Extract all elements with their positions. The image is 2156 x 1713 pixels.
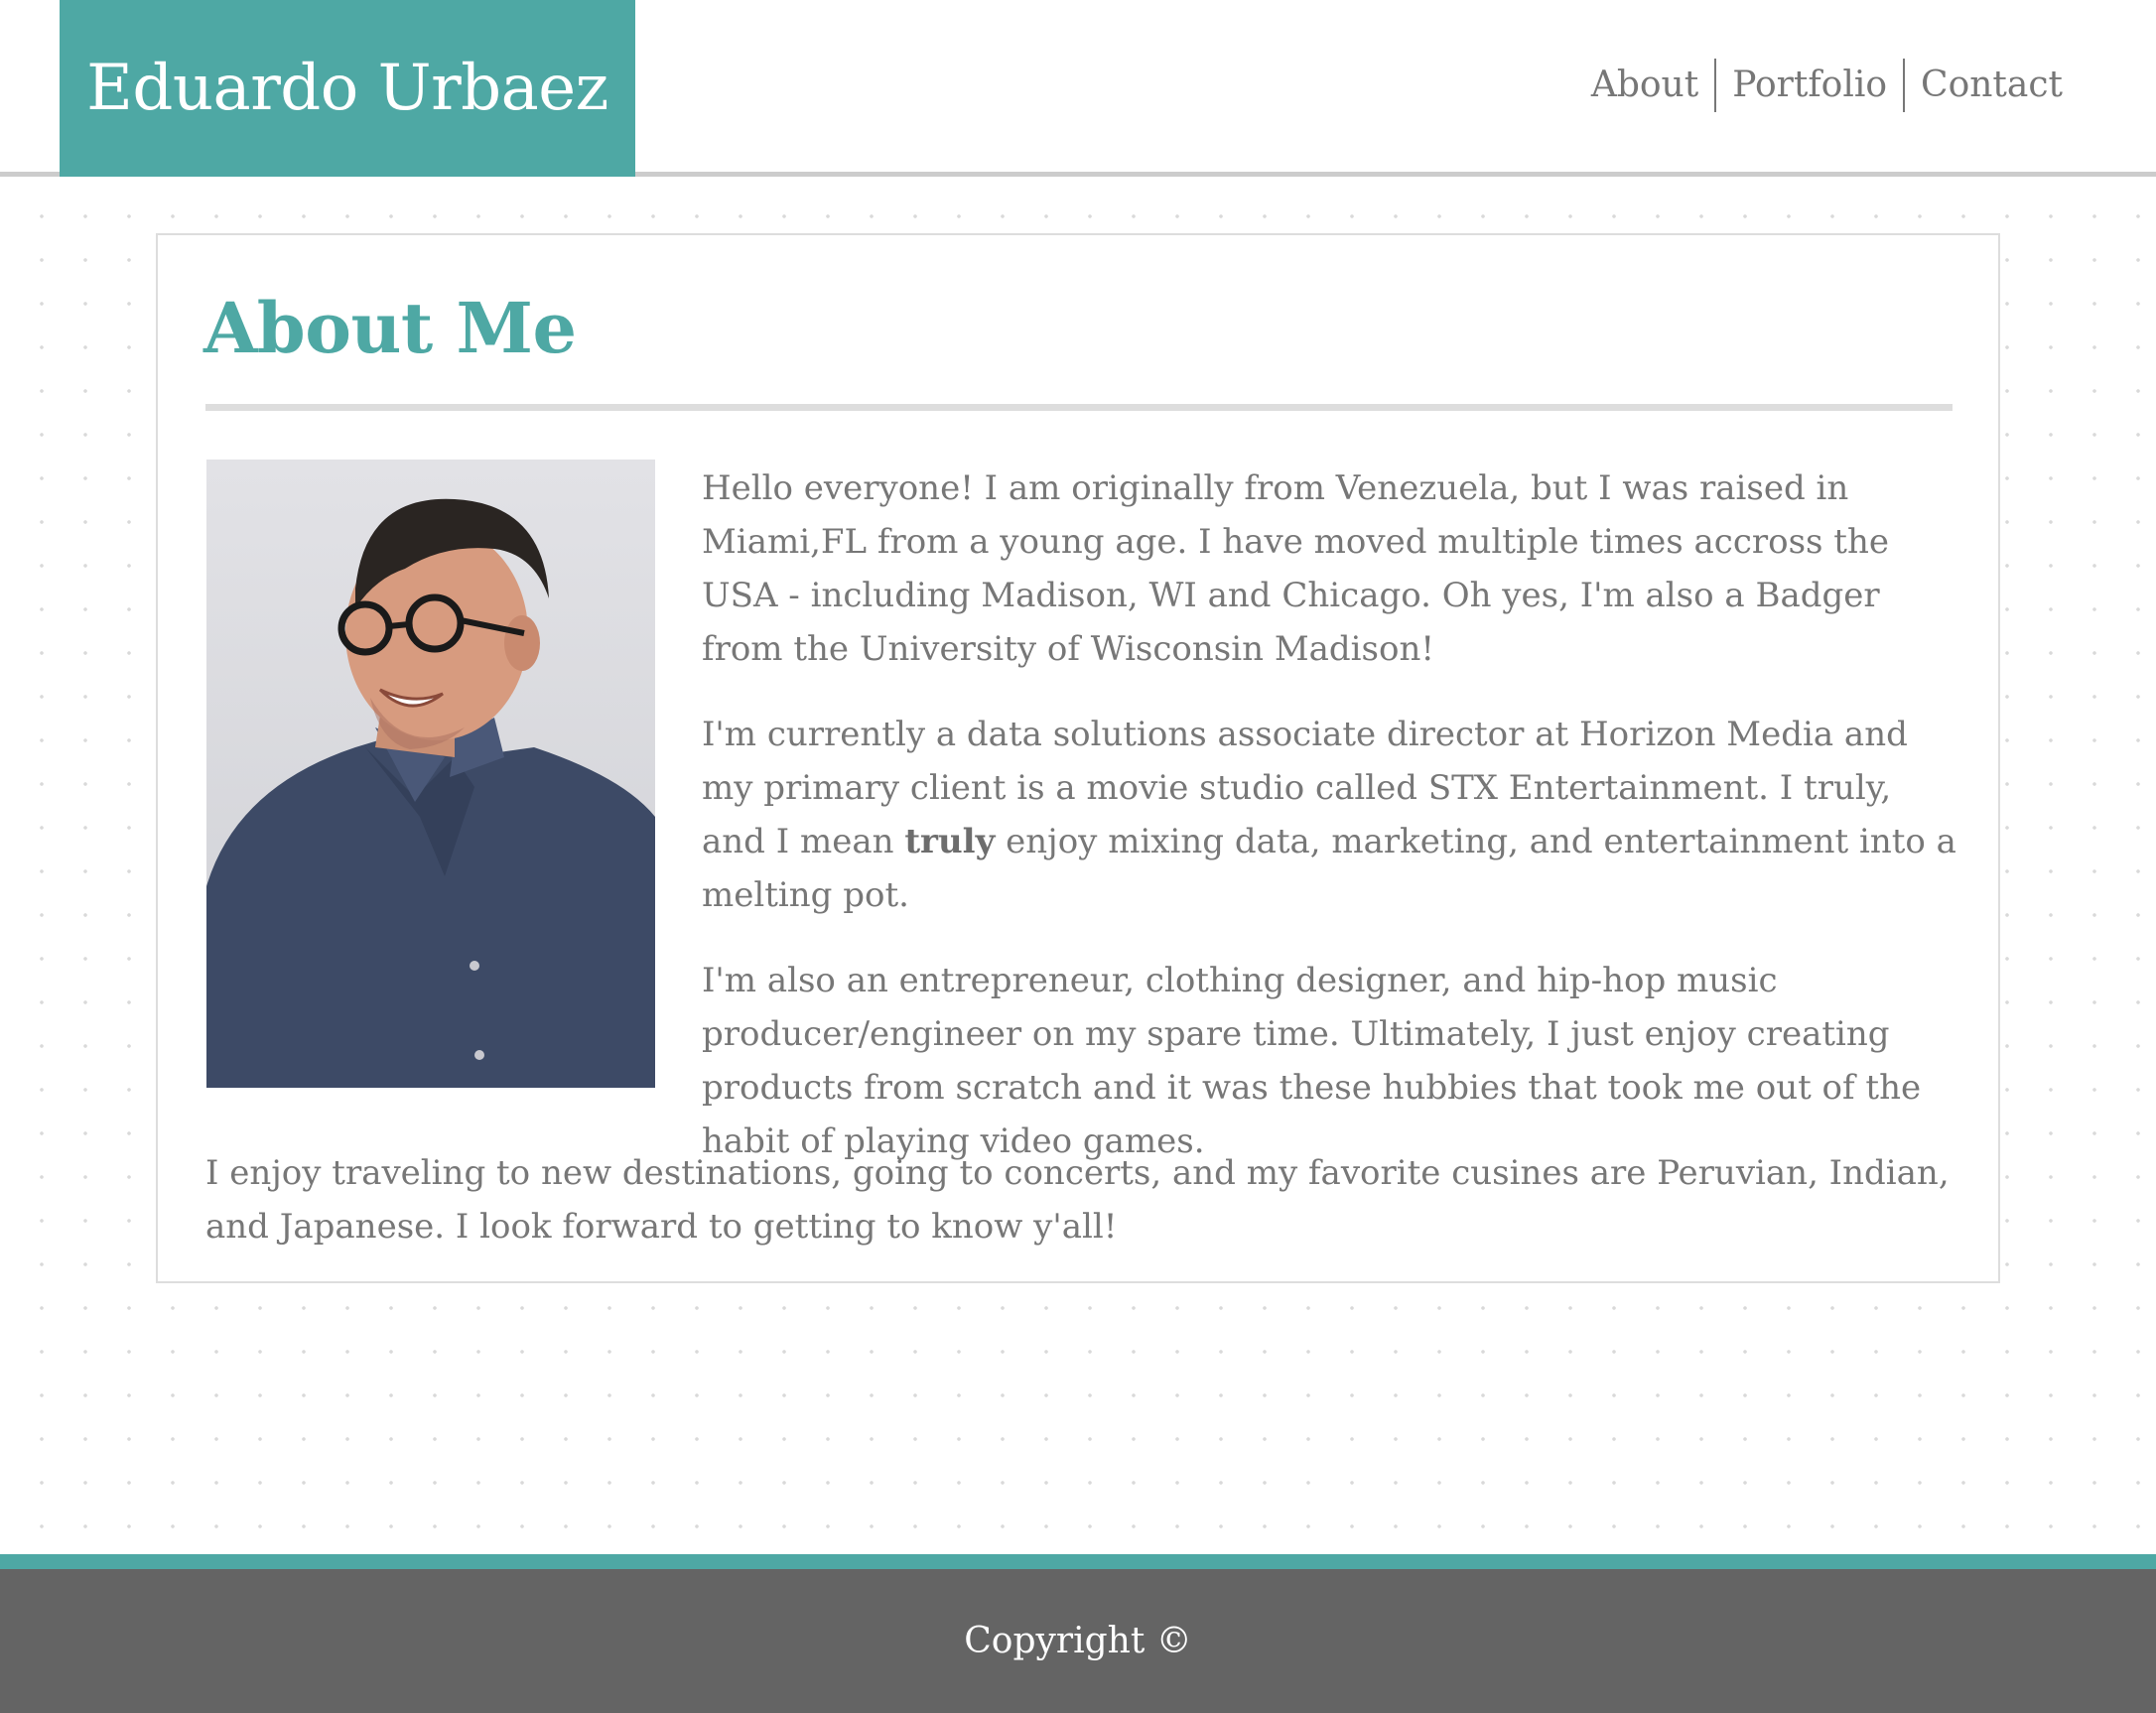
nav-portfolio-link[interactable]: Portfolio	[1716, 58, 1903, 113]
main-nav: About Portfolio Contact	[1575, 58, 2079, 113]
brand-logo[interactable]: Eduardo Urbaez	[60, 0, 635, 177]
about-paragraph-1: Hello everyone! I am originally from Ven…	[702, 468, 1889, 669]
site-header: Eduardo Urbaez About Portfolio Contact	[0, 0, 2156, 177]
copyright-text: Copyright ©	[964, 1621, 1192, 1661]
site-footer: Copyright ©	[0, 1554, 2156, 1713]
title-divider	[205, 404, 1953, 411]
about-paragraph-3: I'm also an entrepreneur, clothing desig…	[702, 961, 1922, 1161]
nav-contact-link[interactable]: Contact	[1905, 58, 2079, 113]
about-paragraph-2: I'm currently a data solutions associate…	[702, 708, 1962, 922]
profile-photo	[206, 460, 655, 1088]
about-text: Hello everyone! I am originally from Ven…	[702, 461, 1962, 1200]
about-card: About Me Hello everyone! I am originally…	[156, 233, 2000, 1283]
page-title: About Me	[203, 287, 577, 369]
nav-about-link[interactable]: About	[1575, 58, 1714, 113]
emphasis-truly: truly	[904, 822, 996, 861]
about-paragraph-4: I enjoy traveling to new destinations, g…	[205, 1153, 1950, 1247]
brand-name[interactable]: Eduardo Urbaez	[86, 52, 608, 125]
